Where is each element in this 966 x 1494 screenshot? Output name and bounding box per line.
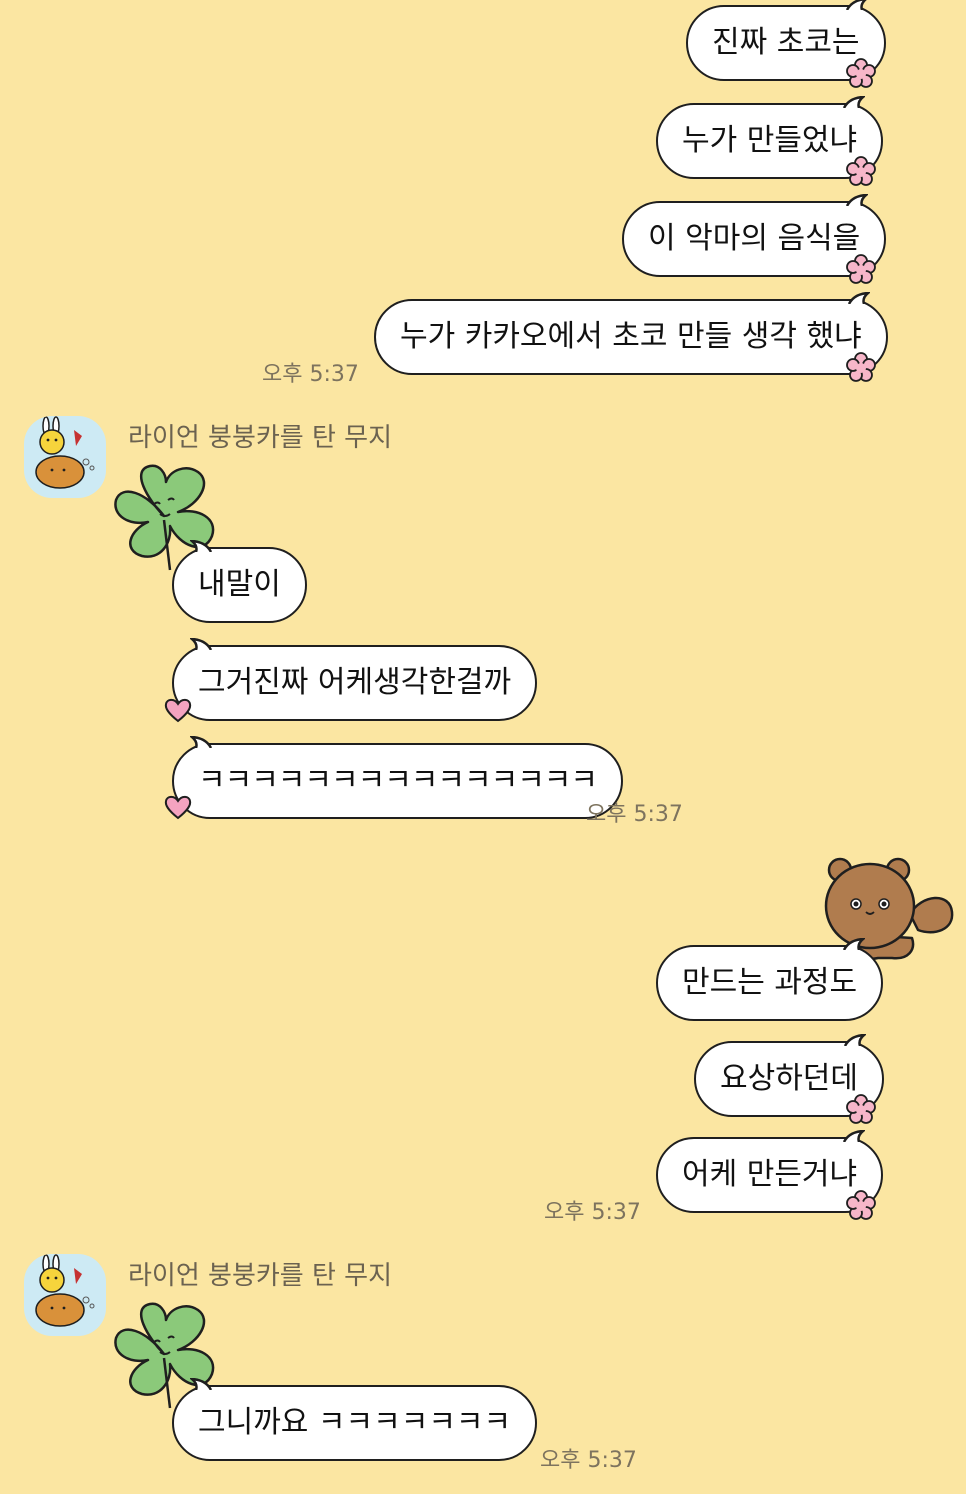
heart-icon bbox=[164, 698, 192, 723]
bubble-tail bbox=[190, 1378, 212, 1390]
message-text: 누가 만들었냐 bbox=[682, 123, 858, 158]
message-text: 내말이 bbox=[198, 567, 281, 602]
avatar-illustration bbox=[35, 1254, 95, 1327]
bubble-tail bbox=[843, 1130, 866, 1142]
message-text: 요상하던데 bbox=[720, 1061, 858, 1096]
message-bubble[interactable]: 내말이 bbox=[172, 540, 307, 623]
message-bubble[interactable]: 그니까요 ㅋㅋㅋㅋㅋㅋㅋ bbox=[172, 1378, 538, 1461]
flower-icon bbox=[846, 1094, 876, 1124]
message-time: 오후 5:37 bbox=[586, 802, 683, 827]
message-bubble[interactable]: 누가 카카오에서 초코 만들 생각 했냐 bbox=[374, 292, 888, 375]
bubble-tail bbox=[844, 1034, 866, 1046]
message-text: 누가 카카오에서 초코 만들 생각 했냐 bbox=[400, 319, 862, 354]
flower-icon bbox=[846, 58, 876, 88]
flower-icon bbox=[846, 1190, 876, 1220]
muzi-riding-ryan-avatar[interactable] bbox=[24, 1254, 106, 1336]
flower-icon bbox=[846, 352, 876, 382]
bubble-tail bbox=[843, 938, 866, 950]
message-bubble[interactable]: 그거진짜 어케생각한걸까 bbox=[172, 638, 538, 721]
message-text: ㅋㅋㅋㅋㅋㅋㅋㅋㅋㅋㅋㅋㅋㅋㅋ bbox=[198, 763, 598, 798]
flower-icon bbox=[846, 254, 876, 284]
bubble-tail bbox=[846, 194, 869, 206]
message-bubble[interactable]: 만드는 과정도 bbox=[656, 938, 884, 1021]
message-text: 진짜 초코는 bbox=[712, 25, 860, 60]
bubble-tail bbox=[847, 292, 870, 304]
bubble-tail bbox=[190, 540, 212, 552]
sender-name: 라이언 붕붕카를 탄 무지 bbox=[128, 1261, 392, 1291]
bubble-tail bbox=[190, 736, 212, 748]
flower-icon bbox=[846, 156, 876, 186]
message-bubble[interactable]: ㅋㅋㅋㅋㅋㅋㅋㅋㅋㅋㅋㅋㅋㅋㅋ bbox=[172, 736, 623, 819]
muzi-riding-ryan-avatar[interactable] bbox=[24, 416, 106, 498]
heart-icon bbox=[164, 795, 192, 820]
bubble-tail bbox=[843, 96, 866, 108]
message-text: 어케 만든거냐 bbox=[682, 1157, 858, 1192]
avatar-illustration bbox=[35, 416, 95, 489]
bubble-tail bbox=[190, 638, 212, 650]
message-text: 만드는 과정도 bbox=[682, 965, 858, 1000]
sender-name: 라이언 붕붕카를 탄 무지 bbox=[128, 423, 392, 453]
bubble-tail bbox=[845, 0, 867, 10]
message-time: 오후 5:37 bbox=[540, 1448, 637, 1473]
message-text: 그거진짜 어케생각한걸까 bbox=[198, 665, 512, 700]
message-text: 이 악마의 음식을 bbox=[648, 221, 861, 256]
message-text: 그니까요 ㅋㅋㅋㅋㅋㅋㅋ bbox=[198, 1405, 512, 1440]
message-time: 오후 5:37 bbox=[262, 362, 359, 387]
message-time: 오후 5:37 bbox=[544, 1200, 641, 1225]
